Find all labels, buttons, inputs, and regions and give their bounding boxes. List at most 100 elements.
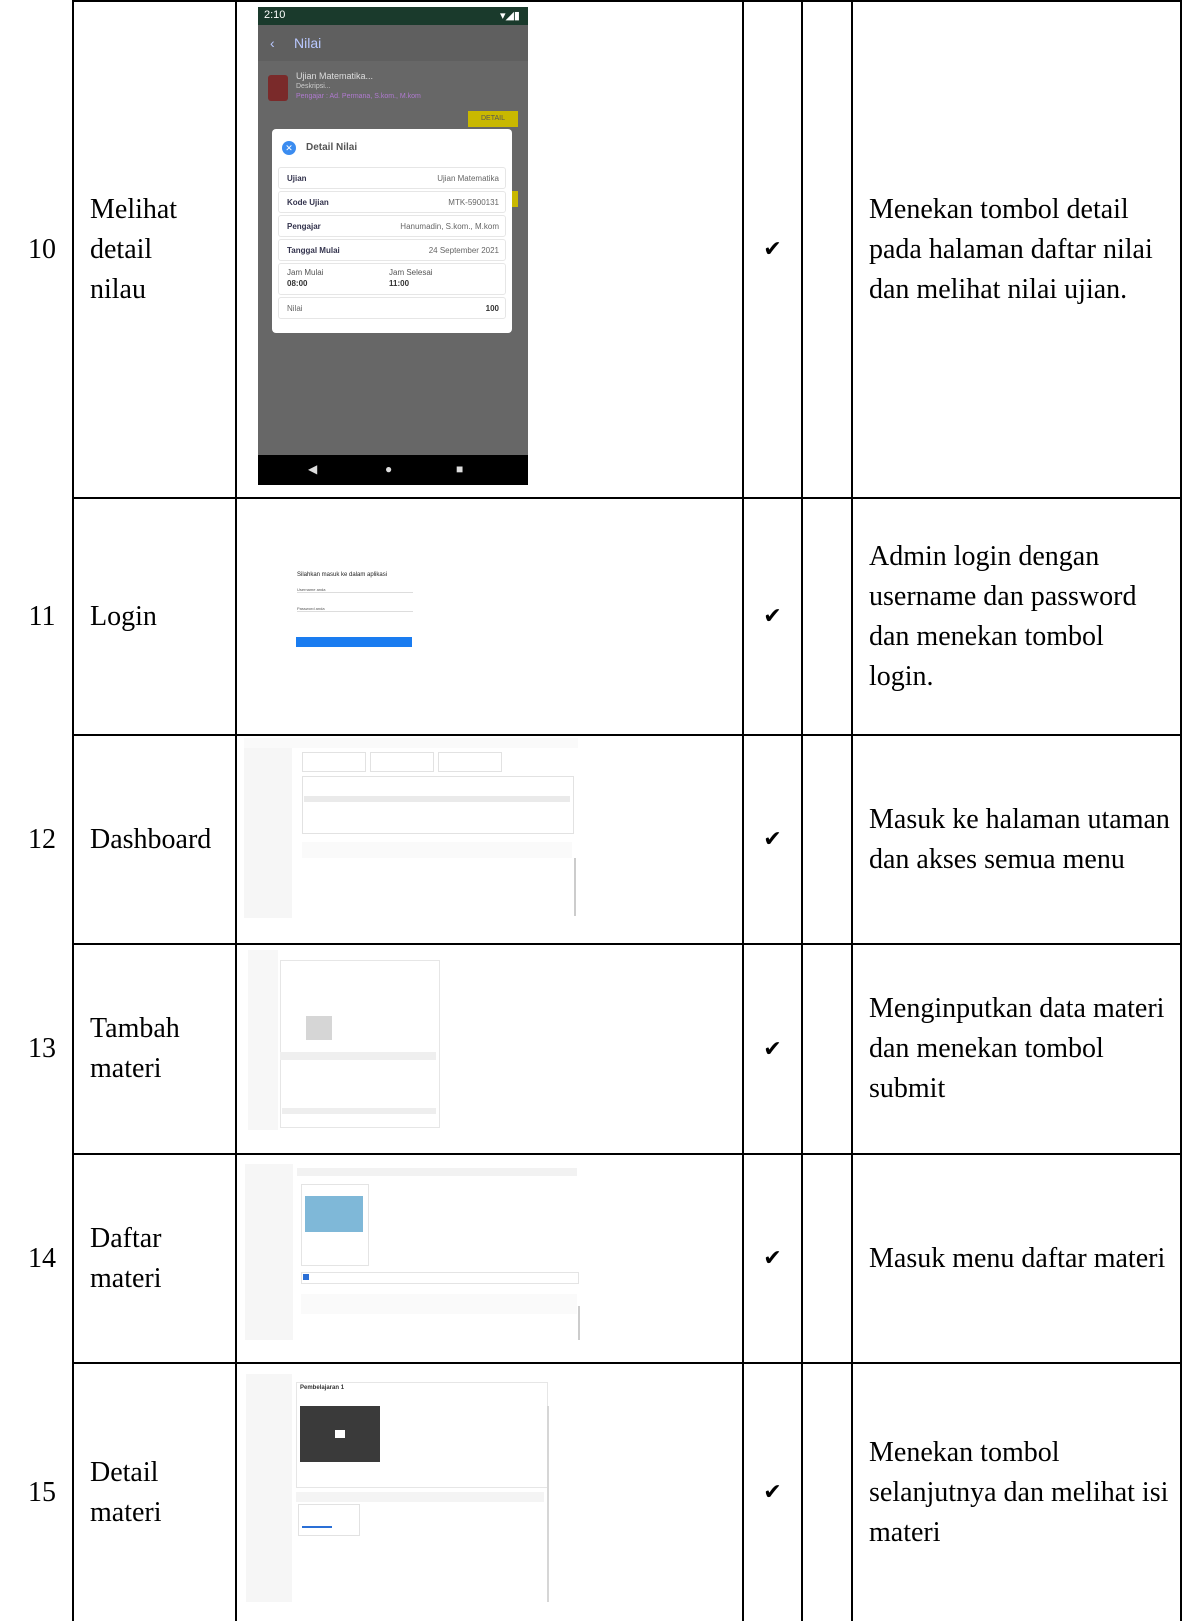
form-sidebar [248,950,278,1130]
form-panel [280,960,440,1128]
check-mark-icon: ✔ [763,1246,782,1271]
time-row: Jam Mulai 08:00 Jam Selesai 11:00 [278,263,506,295]
check-mark-icon: ✔ [763,1480,782,1505]
nav-recent-icon[interactable]: ■ [456,462,463,476]
test-description: Menekan tombol detail pada halaman dafta… [869,193,1153,305]
back-icon[interactable]: ‹ [270,35,275,51]
col-divider [235,0,237,1621]
check-mark-icon: ✔ [763,827,782,852]
screenshot-login: Silahkan masuk ke dalam aplikasi Usernam… [295,570,435,670]
test-case-name: Dashboard [90,823,212,855]
check-mark-icon: ✔ [763,604,782,629]
scrollbar[interactable] [547,1406,549,1602]
play-icon[interactable] [335,1430,345,1438]
row-number: 14 [28,1242,56,1274]
check-mark-icon: ✔ [763,237,782,262]
status-time: 2:10 [264,9,286,21]
footer-panel [301,1294,577,1314]
field-label: Pengajar [287,222,321,231]
stat-card [438,752,502,772]
row-number: 10 [28,233,56,265]
field-value: 24 September 2021 [428,246,499,255]
image-upload-box[interactable] [306,1016,332,1040]
field-label: Ujian [287,174,307,183]
col-divider [801,0,803,1621]
stat-card [302,752,366,772]
detail-nilai-dialog: ✕ Detail Nilai Ujian Ujian Matematika Ko… [272,129,512,333]
row-number: 11 [28,600,56,632]
table-header [304,796,570,802]
scrollbar[interactable] [578,1306,580,1340]
exam-icon [268,75,288,101]
data-table [302,776,574,834]
exam-teacher: Pengajar : Ad. Permana, S.kom., M.kom [296,93,421,100]
stat-card [370,752,434,772]
check-mark-icon: ✔ [763,1036,782,1062]
test-case-name: Melihat detail nilau [90,193,178,305]
exam-title: Ujian Matematika... [296,71,374,81]
detail-sidebar [246,1374,292,1602]
jam-selesai-label: Jam Selesai [389,268,433,277]
row-number: 13 [28,1033,56,1064]
test-description: Admin login dengan username dan password… [869,540,1137,692]
test-case-name: Tambah materi [90,1013,180,1084]
password-input[interactable]: Password anda [297,606,413,612]
nav-home-icon[interactable]: ● [385,462,392,476]
test-case-name: Detail materi [90,1456,162,1528]
login-button[interactable] [296,637,412,647]
screenshot-tambah-materi [248,946,440,1130]
field-value: Ujian Matematika [437,174,499,183]
test-description: Menginputkan data materi dan menekan tom… [869,993,1165,1104]
screenshot-detail-nilai: 2:10 ▾◢▮ ‹ Nilai Ujian Matematika... Des… [258,7,528,485]
field-label: Kode Ujian [287,198,329,207]
app-bar-title: Nilai [294,35,322,51]
status-bar: 2:10 ▾◢▮ [258,7,528,25]
screenshot-detail-materi: Pembelajaran 1 [246,1366,550,1604]
jam-mulai-label: Jam Mulai [287,268,324,277]
page-button[interactable] [303,1274,309,1280]
jam-mulai-value: 08:00 [287,279,308,288]
submit-area[interactable] [282,1108,436,1114]
field-row: Kode Ujian MTK-5900131 [278,191,506,213]
pagination-bar[interactable] [301,1272,579,1284]
nav-back-icon[interactable]: ◀ [308,462,317,476]
materi-card-image [305,1196,363,1232]
materi-title: Pembelajaran 1 [300,1385,345,1391]
screenshot-dashboard [244,738,578,920]
nilai-row: Nilai 100 [278,297,506,319]
jam-selesai-value: 11:00 [389,279,410,288]
close-icon[interactable]: ✕ [282,141,296,155]
field-row: Ujian Ujian Matematika [278,167,506,189]
dashboard-header [244,738,578,748]
row-number: 12 [28,823,56,855]
exam-description: Deskripsi... [296,83,331,90]
login-heading: Silahkan masuk ke dalam aplikasi [297,572,388,578]
footer-panel [302,842,572,858]
app-bar: ‹ Nilai [258,25,528,61]
nilai-label: Nilai [287,304,303,313]
test-description: Menekan tombol selanjutnya dan melihat i… [869,1436,1169,1548]
nilai-value: 100 [485,304,499,313]
screenshot-daftar-materi [245,1156,581,1342]
list-sidebar [245,1164,293,1340]
nav-bar: ◀ ● ■ [258,455,528,485]
test-case-name: Daftar materi [90,1222,162,1294]
row-number: 15 [28,1476,56,1508]
dialog-title: Detail Nilai [306,142,358,153]
test-table: 10 Melihat detail nilau ✔ Menekan tombol… [0,0,1182,1621]
field-value: MTK-5900131 [448,198,499,207]
section-header [296,1492,544,1502]
detail-button[interactable]: DETAIL [468,111,518,127]
test-description: Masuk menu daftar materi [869,1242,1166,1274]
username-input[interactable]: Username anda [297,587,413,593]
field-row: Pengajar Hanumadin, S.kom., M.kom [278,215,506,237]
dashboard-sidebar [244,748,292,918]
editor-toolbar [280,1052,436,1060]
scrollbar[interactable] [574,858,576,916]
signal-icon: ▾◢▮ [499,10,520,22]
next-card[interactable] [298,1504,360,1536]
field-label: Tanggal Mulai [287,246,340,255]
list-header [297,1168,577,1176]
test-description: Masuk ke halaman utaman dan akses semua … [869,803,1170,875]
next-link[interactable] [302,1526,332,1528]
